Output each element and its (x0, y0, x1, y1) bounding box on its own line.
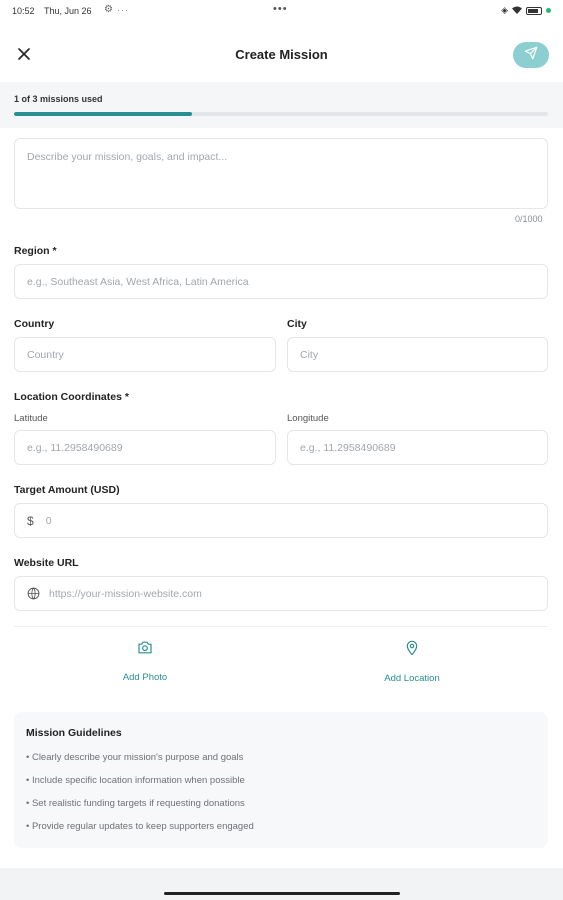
status-date: Thu, Jun 26 (44, 6, 92, 16)
guidelines-title: Mission Guidelines (26, 727, 122, 739)
add-photo-button[interactable]: Add Photo (85, 640, 205, 683)
country-input[interactable]: Country (14, 337, 276, 372)
notification-more-icon: ··· (117, 5, 129, 15)
region-input[interactable]: e.g., Southeast Asia, West Africa, Latin… (14, 264, 548, 299)
website-input[interactable]: https://your-mission-website.com (14, 576, 548, 611)
send-button[interactable] (513, 42, 549, 68)
guideline-item: • Clearly describe your mission's purpos… (26, 752, 244, 763)
mission-guidelines: Mission Guidelines • Clearly describe yo… (14, 712, 548, 848)
wifi-icon (512, 6, 522, 16)
longitude-placeholder: e.g., 11.2958490689 (300, 441, 396, 454)
longitude-label: Longitude (287, 413, 329, 424)
home-indicator[interactable] (164, 892, 400, 895)
website-placeholder: https://your-mission-website.com (49, 587, 202, 600)
description-placeholder: Describe your mission, goals, and impact… (27, 151, 228, 163)
latitude-input[interactable]: e.g., 11.2958490689 (14, 430, 276, 465)
settings-icon: ⚙ (104, 4, 113, 15)
privacy-indicator-icon (546, 8, 551, 13)
country-placeholder: Country (27, 348, 64, 361)
header: Create Mission (0, 32, 563, 80)
send-icon (524, 46, 538, 65)
camera-icon (137, 640, 153, 660)
guideline-item: • Provide regular updates to keep suppor… (26, 821, 254, 832)
coordinates-label: Location Coordinates * (14, 391, 129, 403)
usage-progress-fill (14, 112, 193, 116)
battery-icon (526, 6, 542, 15)
target-amount-label: Target Amount (USD) (14, 484, 120, 496)
region-placeholder: e.g., Southeast Asia, West Africa, Latin… (27, 275, 249, 288)
description-textarea[interactable]: Describe your mission, goals, and impact… (14, 138, 548, 209)
add-location-button[interactable]: Add Location (352, 640, 472, 684)
globe-icon (27, 587, 40, 600)
longitude-input[interactable]: e.g., 11.2958490689 (287, 430, 548, 465)
website-label: Website URL (14, 557, 79, 569)
guideline-item: • Set realistic funding targets if reque… (26, 798, 245, 809)
page-title: Create Mission (235, 47, 328, 62)
dollar-icon: $ (27, 513, 34, 528)
city-label: City (287, 318, 307, 330)
mission-usage: 1 of 3 missions used (0, 82, 563, 128)
actions-divider (14, 626, 548, 627)
target-amount-input[interactable]: $ 0 (14, 503, 548, 538)
city-input[interactable]: City (287, 337, 548, 372)
status-bar: 10:52 Thu, Jun 26 ⚙ ··· ••• ◈ (0, 0, 563, 22)
country-label: Country (14, 318, 55, 330)
system-icons: ◈ (501, 5, 551, 16)
location-icon: ◈ (501, 5, 508, 15)
guidelines-list: • Clearly describe your mission's purpos… (26, 752, 254, 844)
latitude-label: Latitude (14, 413, 48, 424)
latitude-placeholder: e.g., 11.2958490689 (27, 441, 123, 454)
target-amount-placeholder: 0 (45, 514, 52, 527)
system-navigation-bar (0, 868, 563, 900)
guideline-item: • Include specific location information … (26, 775, 245, 786)
add-location-label: Add Location (384, 673, 440, 684)
multitask-icon[interactable]: ••• (273, 3, 288, 15)
region-label: Region * (14, 245, 57, 257)
map-pin-icon (405, 640, 419, 661)
city-placeholder: City (300, 348, 319, 361)
status-time: 10:52 (12, 6, 35, 16)
description-counter: 0/1000 (515, 214, 543, 224)
add-photo-label: Add Photo (122, 672, 168, 683)
usage-progress-track (14, 112, 548, 116)
usage-label: 1 of 3 missions used (14, 94, 103, 104)
